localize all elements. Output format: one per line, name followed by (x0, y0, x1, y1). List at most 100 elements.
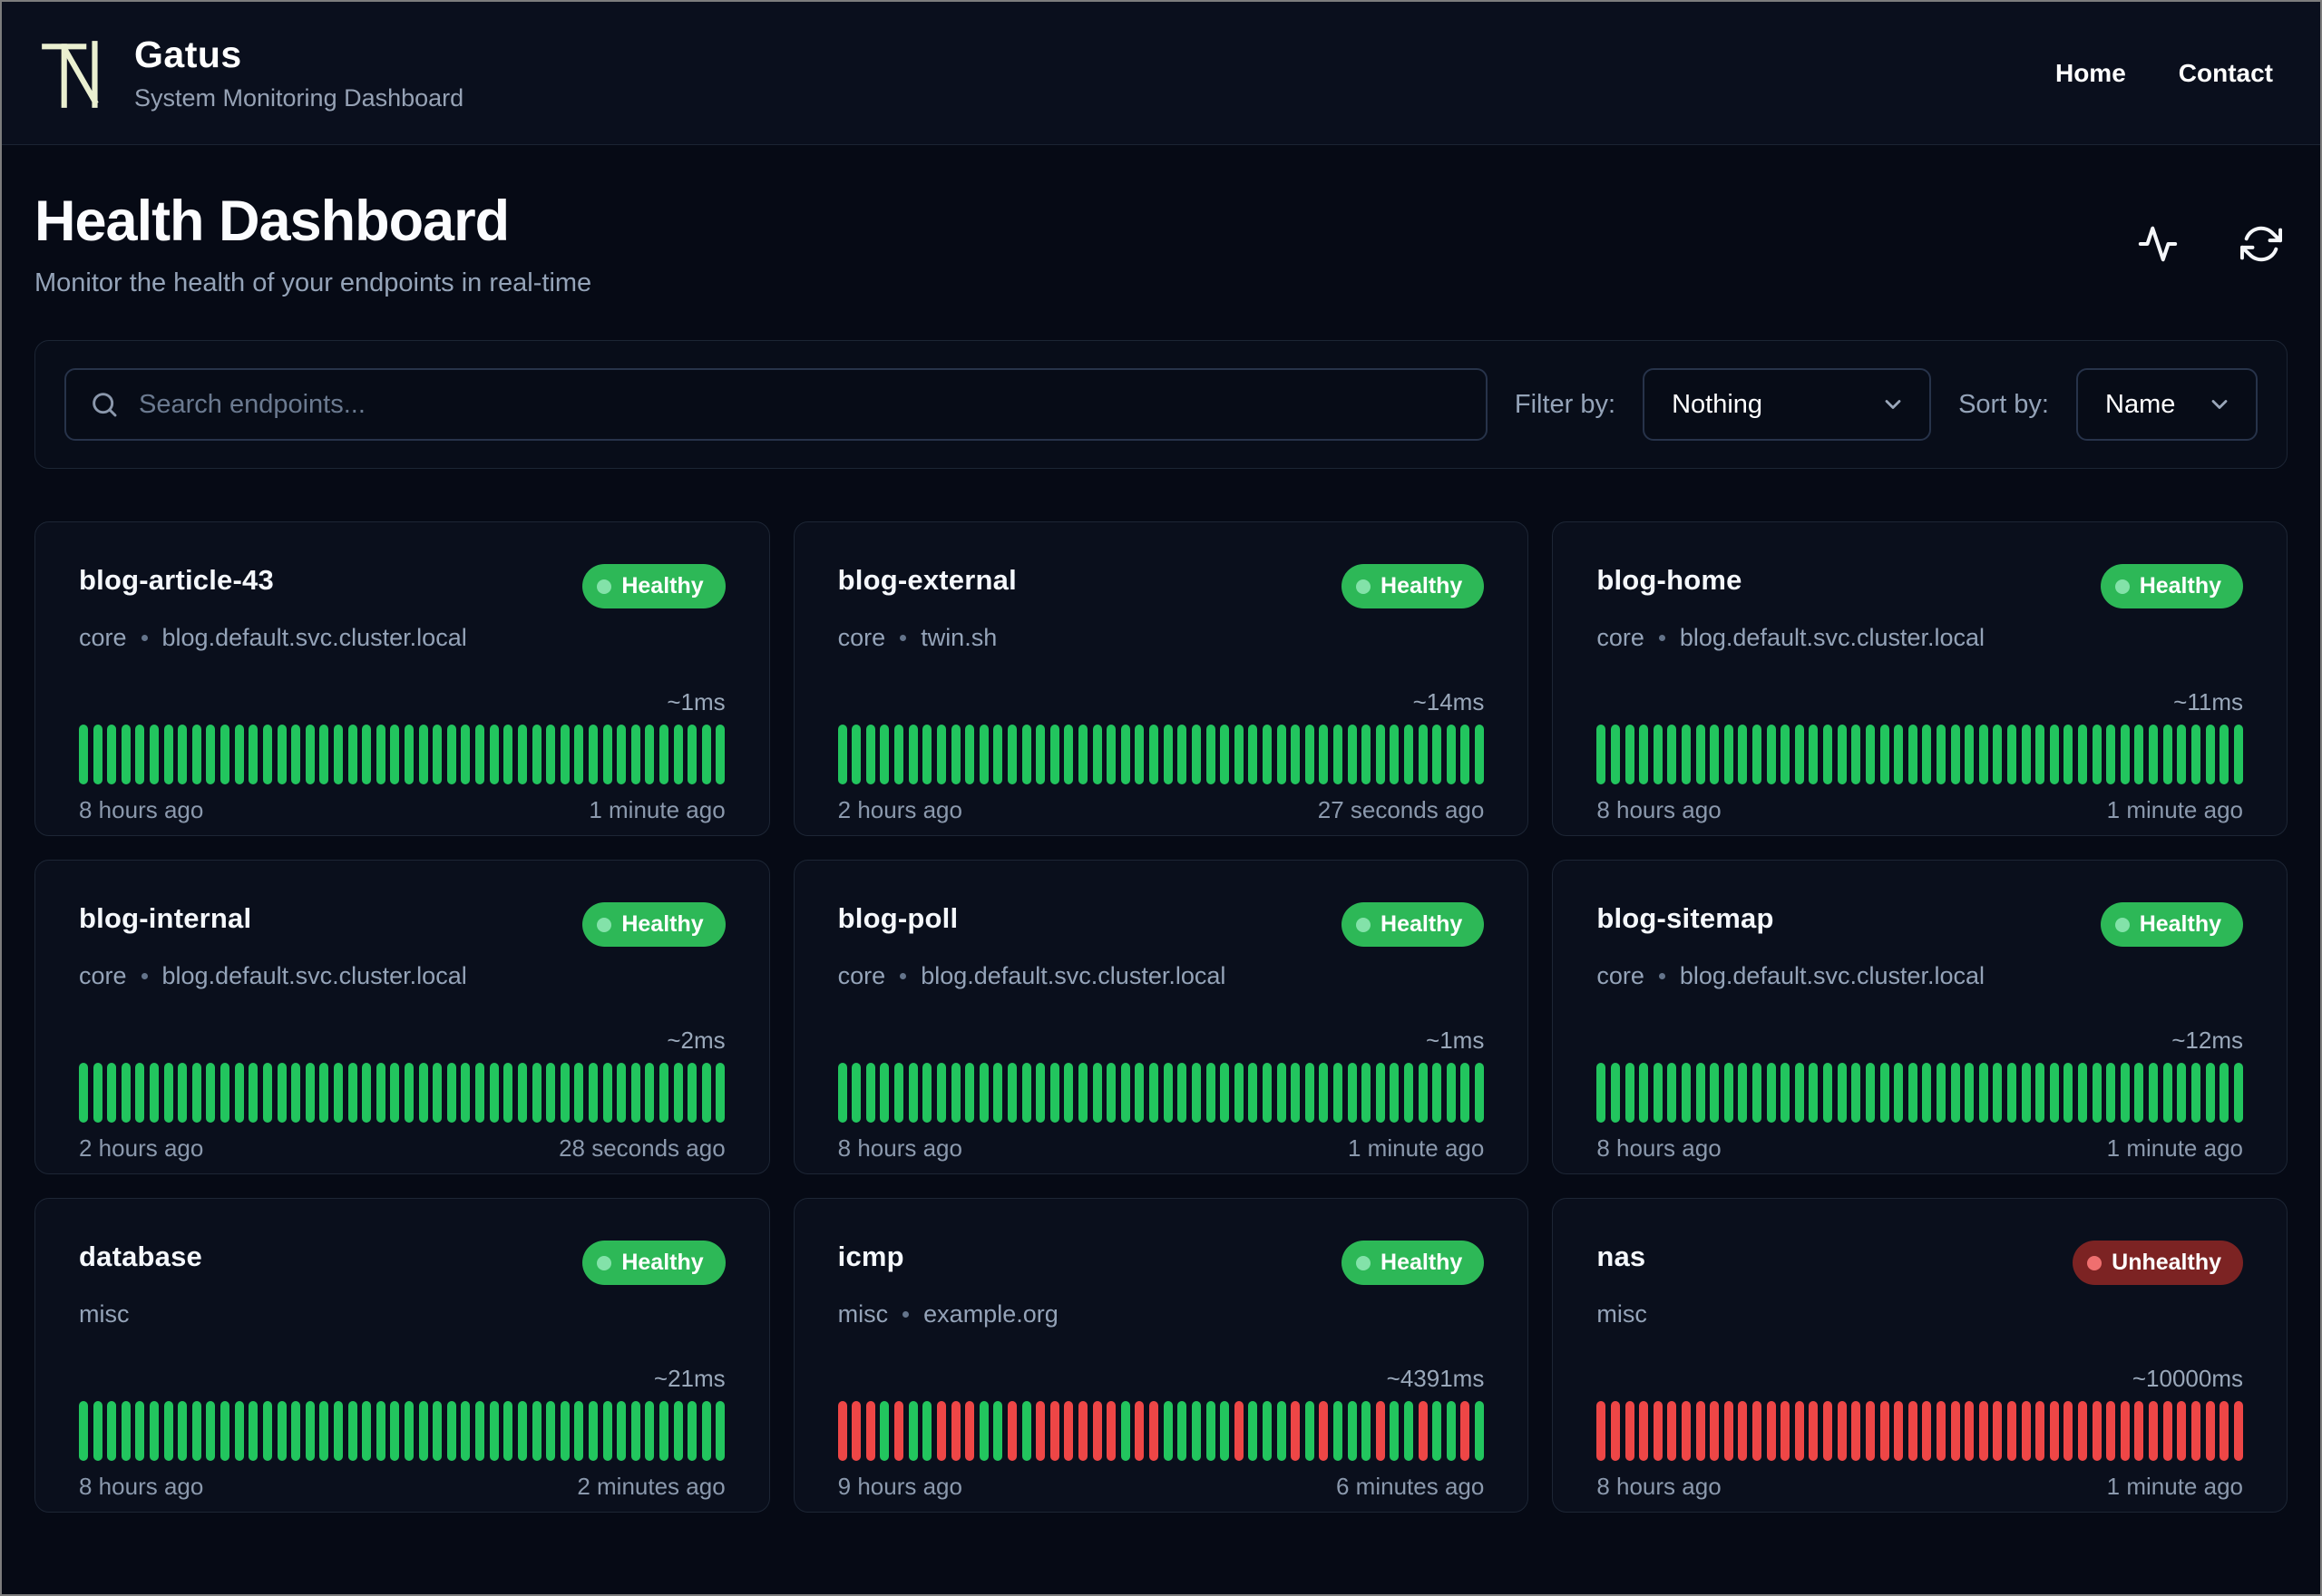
status-bar[interactable] (262, 1401, 272, 1461)
status-bar[interactable] (2106, 1063, 2116, 1123)
status-bar[interactable] (503, 1063, 513, 1123)
uptime-bars[interactable] (79, 725, 726, 784)
status-bar[interactable] (532, 1401, 541, 1461)
status-bar[interactable] (1375, 1063, 1385, 1123)
status-bar[interactable] (1432, 725, 1442, 784)
status-bar[interactable] (617, 1401, 627, 1461)
status-bar[interactable] (347, 1063, 357, 1123)
status-bar[interactable] (1036, 725, 1046, 784)
status-bar[interactable] (178, 1401, 188, 1461)
status-bar[interactable] (1965, 1401, 1975, 1461)
status-bar[interactable] (1049, 725, 1059, 784)
status-bar[interactable] (1319, 1063, 1329, 1123)
status-bar[interactable] (1894, 1063, 1904, 1123)
status-bar[interactable] (121, 1401, 131, 1461)
status-bar[interactable] (2149, 725, 2159, 784)
status-bar[interactable] (503, 1401, 513, 1461)
status-bar[interactable] (1163, 1401, 1173, 1461)
endpoint-card[interactable]: blog-home Healthy core blog.default.svc.… (1552, 521, 2288, 836)
status-bar[interactable] (1653, 1063, 1663, 1123)
status-bar[interactable] (1375, 725, 1385, 784)
status-bar[interactable] (837, 1063, 847, 1123)
status-bar[interactable] (2063, 725, 2073, 784)
status-bar[interactable] (1332, 1401, 1342, 1461)
status-bar[interactable] (865, 1063, 875, 1123)
status-bar[interactable] (277, 725, 287, 784)
status-bar[interactable] (1667, 1063, 1677, 1123)
status-bar[interactable] (1135, 1063, 1145, 1123)
status-bar[interactable] (2063, 1063, 2073, 1123)
status-bar[interactable] (1965, 725, 1975, 784)
status-bar[interactable] (1248, 725, 1258, 784)
status-bar[interactable] (1390, 725, 1400, 784)
status-bar[interactable] (852, 1401, 862, 1461)
status-bar[interactable] (1809, 725, 1819, 784)
status-bar[interactable] (1738, 725, 1748, 784)
status-bar[interactable] (965, 1401, 975, 1461)
status-bar[interactable] (220, 1401, 230, 1461)
status-bar[interactable] (1460, 1063, 1470, 1123)
status-bar[interactable] (1922, 1401, 1932, 1461)
status-bar[interactable] (1681, 1063, 1691, 1123)
status-bar[interactable] (1078, 1401, 1088, 1461)
status-bar[interactable] (333, 725, 343, 784)
status-bar[interactable] (546, 1063, 556, 1123)
status-bar[interactable] (107, 1401, 117, 1461)
status-bar[interactable] (1794, 1063, 1804, 1123)
status-bar[interactable] (1205, 1063, 1215, 1123)
status-bar[interactable] (602, 1401, 612, 1461)
status-bar[interactable] (305, 1401, 315, 1461)
status-bar[interactable] (2190, 1401, 2200, 1461)
status-bar[interactable] (1276, 725, 1286, 784)
status-bar[interactable] (1624, 1401, 1634, 1461)
status-bar[interactable] (2092, 1063, 2102, 1123)
status-bar[interactable] (1262, 1063, 1272, 1123)
status-bar[interactable] (1993, 725, 2003, 784)
status-bar[interactable] (461, 1063, 471, 1123)
status-bar[interactable] (894, 1063, 904, 1123)
status-bar[interactable] (1809, 1401, 1819, 1461)
status-bar[interactable] (1723, 1063, 1733, 1123)
status-bar[interactable] (489, 1063, 499, 1123)
status-bar[interactable] (376, 1063, 385, 1123)
status-bar[interactable] (630, 725, 640, 784)
status-bar[interactable] (1149, 1401, 1159, 1461)
nav-link-contact[interactable]: Contact (2179, 59, 2273, 88)
status-bar[interactable] (249, 1401, 259, 1461)
status-bar[interactable] (1319, 725, 1329, 784)
status-bar[interactable] (1681, 1401, 1691, 1461)
status-bar[interactable] (433, 1063, 443, 1123)
status-bar[interactable] (291, 1063, 301, 1123)
status-bar[interactable] (688, 1063, 698, 1123)
status-bar[interactable] (2134, 1401, 2144, 1461)
status-bar[interactable] (2078, 725, 2088, 784)
status-bar[interactable] (993, 725, 1003, 784)
status-bar[interactable] (405, 1063, 415, 1123)
status-bar[interactable] (701, 1063, 711, 1123)
status-bar[interactable] (1950, 1063, 1960, 1123)
status-bar[interactable] (2190, 1063, 2200, 1123)
status-bar[interactable] (673, 1063, 683, 1123)
status-bar[interactable] (951, 725, 961, 784)
status-bar[interactable] (347, 1401, 357, 1461)
status-bar[interactable] (1653, 725, 1663, 784)
status-bar[interactable] (1404, 725, 1414, 784)
status-bar[interactable] (1907, 1063, 1917, 1123)
status-bar[interactable] (908, 725, 918, 784)
status-bar[interactable] (234, 1401, 244, 1461)
status-bar[interactable] (1475, 1063, 1485, 1123)
status-bar[interactable] (347, 725, 357, 784)
status-bar[interactable] (2092, 725, 2102, 784)
status-bar[interactable] (362, 1063, 372, 1123)
status-bar[interactable] (79, 1401, 88, 1461)
status-bar[interactable] (418, 725, 428, 784)
status-bar[interactable] (1936, 1063, 1946, 1123)
endpoint-card[interactable]: blog-internal Healthy core blog.default.… (34, 860, 770, 1174)
status-bar[interactable] (1404, 1063, 1414, 1123)
status-bar[interactable] (191, 1401, 201, 1461)
status-bar[interactable] (1978, 1401, 1988, 1461)
status-bar[interactable] (2007, 1401, 2016, 1461)
status-bar[interactable] (2078, 1401, 2088, 1461)
status-bar[interactable] (390, 725, 400, 784)
status-bar[interactable] (1304, 1401, 1314, 1461)
